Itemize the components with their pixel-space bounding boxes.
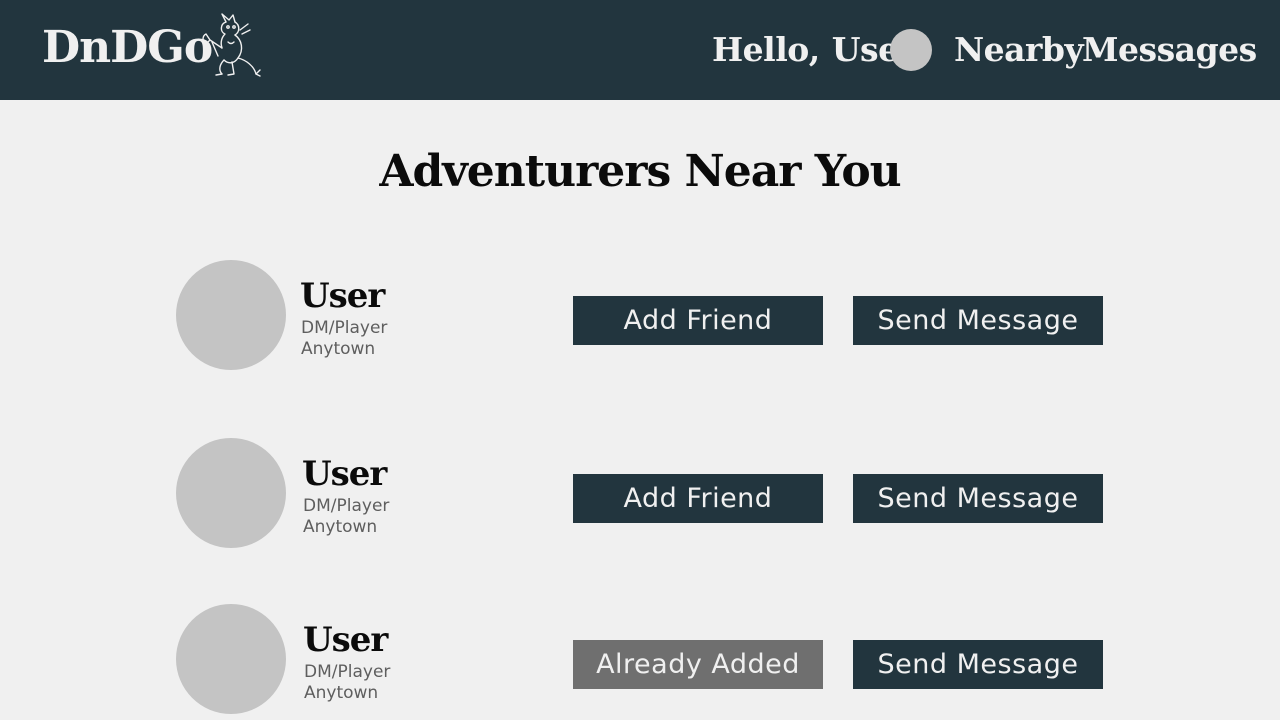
send-message-button[interactable]: Send Message	[853, 640, 1103, 689]
app-logo-text[interactable]: DnDGo	[42, 22, 213, 74]
greeting-text: Hello,	[712, 30, 820, 69]
add-friend-button[interactable]: Add Friend	[573, 296, 823, 345]
adventurer-avatar[interactable]	[176, 604, 286, 714]
adventurer-name[interactable]: User	[302, 454, 387, 494]
nav-nearby-link[interactable]: Nearby	[954, 28, 1084, 72]
dragon-mascot-icon[interactable]	[198, 12, 262, 80]
adventurer-role: DM/Player	[301, 318, 388, 338]
adventurer-name[interactable]: User	[303, 620, 388, 660]
nav-messages-link[interactable]: Messages	[1082, 28, 1257, 72]
adventurer-row: User DM/Player Anytown Add Friend Send M…	[0, 260, 1280, 372]
send-message-button[interactable]: Send Message	[853, 296, 1103, 345]
add-friend-button[interactable]: Add Friend	[573, 474, 823, 523]
adventurer-town: Anytown	[301, 339, 376, 359]
adventurer-avatar[interactable]	[176, 438, 286, 548]
send-message-button[interactable]: Send Message	[853, 474, 1103, 523]
adventurer-town: Anytown	[304, 683, 379, 703]
adventurer-row: User DM/Player Anytown Add Friend Send M…	[0, 438, 1280, 550]
page-title: Adventurers Near You	[379, 146, 901, 197]
top-navigation-bar: DnDGo Hello, User Nearby Messages	[0, 0, 1280, 100]
adventurer-name[interactable]: User	[300, 276, 385, 316]
adventurer-avatar[interactable]	[176, 260, 286, 370]
adventurer-role: DM/Player	[303, 496, 390, 516]
adventurer-role: DM/Player	[304, 662, 391, 682]
user-avatar[interactable]	[890, 29, 932, 71]
adventurer-town: Anytown	[303, 517, 378, 537]
already-added-button[interactable]: Already Added	[573, 640, 823, 689]
adventurer-row: User DM/Player Anytown Already Added Sen…	[0, 604, 1280, 716]
